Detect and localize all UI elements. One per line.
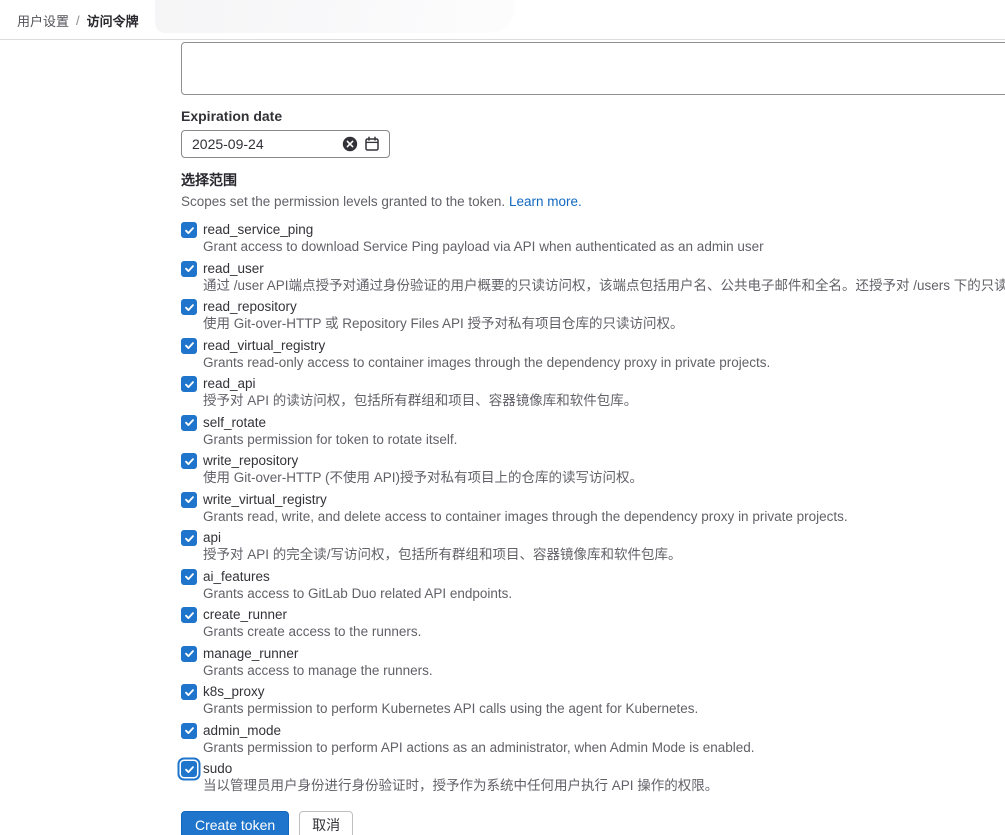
scope-item-create_runner: create_runner Grants create access to th… bbox=[181, 606, 1005, 640]
scope-description: 通过 /user API端点授予对通过身份验证的用户概要的只读访问权，该端点包括… bbox=[203, 278, 1005, 294]
breadcrumb-user-settings-link[interactable]: 用户设置 bbox=[17, 11, 69, 30]
scope-name-label[interactable]: ai_features bbox=[203, 568, 512, 585]
scope-item-k8s_proxy: k8s_proxy Grants permission to perform K… bbox=[181, 683, 1005, 717]
scope-name-label[interactable]: api bbox=[203, 529, 682, 546]
scopes-description-text: Scopes set the permission levels granted… bbox=[181, 194, 509, 209]
breadcrumb-current-access-tokens: 访问令牌 bbox=[87, 11, 139, 30]
scope-description: Grants permission to perform API actions… bbox=[203, 740, 755, 756]
scope-list: read_service_ping Grant access to downlo… bbox=[181, 221, 1005, 794]
scope-text: write_virtual_registry Grants read, writ… bbox=[203, 491, 848, 525]
scope-name-label[interactable]: sudo bbox=[203, 760, 718, 777]
scope-name-label[interactable]: manage_runner bbox=[203, 645, 433, 662]
token-form: Expiration date 2025-09-24 选择范围 Scopes s… bbox=[181, 42, 1005, 835]
scope-checkbox-read_service_ping[interactable] bbox=[181, 222, 197, 238]
scope-item-self_rotate: self_rotate Grants permission for token … bbox=[181, 414, 1005, 448]
scope-checkbox-read_api[interactable] bbox=[181, 376, 197, 392]
scope-checkbox-ai_features[interactable] bbox=[181, 569, 197, 585]
calendar-icon[interactable] bbox=[363, 135, 381, 153]
form-actions: Create token 取消 bbox=[181, 811, 1005, 835]
scope-text: manage_runner Grants access to manage th… bbox=[203, 645, 433, 679]
scope-checkbox-sudo[interactable] bbox=[181, 761, 197, 777]
scope-name-label[interactable]: write_repository bbox=[203, 452, 643, 469]
learn-more-link[interactable]: Learn more. bbox=[509, 194, 582, 209]
scope-checkbox-self_rotate[interactable] bbox=[181, 415, 197, 431]
scope-checkbox-write_virtual_registry[interactable] bbox=[181, 492, 197, 508]
scope-item-sudo: sudo 当以管理员用户身份进行身份验证时，授予作为系统中任何用户执行 API … bbox=[181, 760, 1005, 794]
scope-checkbox-read_user[interactable] bbox=[181, 261, 197, 277]
breadcrumb-separator: / bbox=[76, 13, 80, 28]
expiration-date-value: 2025-09-24 bbox=[192, 136, 341, 152]
scope-name-label[interactable]: read_virtual_registry bbox=[203, 337, 770, 354]
scope-text: api 授予对 API 的完全读/写访问权，包括所有群组和项目、容器镜像库和软件… bbox=[203, 529, 682, 563]
expiration-date-input[interactable]: 2025-09-24 bbox=[181, 130, 390, 158]
scope-checkbox-read_virtual_registry[interactable] bbox=[181, 338, 197, 354]
scope-name-label[interactable]: create_runner bbox=[203, 606, 421, 623]
scope-text: read_user 通过 /user API端点授予对通过身份验证的用户概要的只… bbox=[203, 260, 1005, 294]
scope-item-read_user: read_user 通过 /user API端点授予对通过身份验证的用户概要的只… bbox=[181, 260, 1005, 294]
scope-checkbox-read_repository[interactable] bbox=[181, 299, 197, 315]
scope-name-label[interactable]: write_virtual_registry bbox=[203, 491, 848, 508]
scope-name-label[interactable]: read_user bbox=[203, 260, 1005, 277]
scope-name-label[interactable]: admin_mode bbox=[203, 722, 755, 739]
scope-description: Grant access to download Service Ping pa… bbox=[203, 239, 764, 255]
cancel-button[interactable]: 取消 bbox=[299, 811, 353, 835]
scope-name-label[interactable]: read_repository bbox=[203, 298, 684, 315]
scope-name-label[interactable]: read_api bbox=[203, 375, 637, 392]
scope-text: ai_features Grants access to GitLab Duo … bbox=[203, 568, 512, 602]
scope-description: 使用 Git-over-HTTP 或 Repository Files API … bbox=[203, 316, 684, 332]
scope-description: Grants create access to the runners. bbox=[203, 624, 421, 640]
scope-item-admin_mode: admin_mode Grants permission to perform … bbox=[181, 722, 1005, 756]
scope-name-label[interactable]: k8s_proxy bbox=[203, 683, 698, 700]
scope-description: Grants read-only access to container ima… bbox=[203, 355, 770, 371]
scope-description: Grants permission for token to rotate it… bbox=[203, 432, 457, 448]
expiration-date-label: Expiration date bbox=[181, 108, 1005, 124]
create-token-button[interactable]: Create token bbox=[181, 811, 289, 835]
select-scopes-heading: 选择范围 bbox=[181, 172, 1005, 188]
scope-text: read_service_ping Grant access to downlo… bbox=[203, 221, 764, 255]
scope-item-ai_features: ai_features Grants access to GitLab Duo … bbox=[181, 568, 1005, 602]
breadcrumb: 用户设置 / 访问令牌 bbox=[17, 0, 139, 40]
scope-checkbox-api[interactable] bbox=[181, 530, 197, 546]
scope-item-read_virtual_registry: read_virtual_registry Grants read-only a… bbox=[181, 337, 1005, 371]
scope-checkbox-admin_mode[interactable] bbox=[181, 723, 197, 739]
scope-description: Grants permission to perform Kubernetes … bbox=[203, 701, 698, 717]
scope-text: sudo 当以管理员用户身份进行身份验证时，授予作为系统中任何用户执行 API … bbox=[203, 760, 718, 794]
clear-date-icon[interactable] bbox=[341, 135, 359, 153]
scope-item-read_repository: read_repository 使用 Git-over-HTTP 或 Repos… bbox=[181, 298, 1005, 332]
scope-description: Grants access to GitLab Duo related API … bbox=[203, 586, 512, 602]
scope-item-write_virtual_registry: write_virtual_registry Grants read, writ… bbox=[181, 491, 1005, 525]
scope-description: Grants access to manage the runners. bbox=[203, 663, 433, 679]
scope-checkbox-k8s_proxy[interactable] bbox=[181, 684, 197, 700]
scope-item-write_repository: write_repository 使用 Git-over-HTTP (不使用 A… bbox=[181, 452, 1005, 486]
scope-name-label[interactable]: read_service_ping bbox=[203, 221, 764, 238]
scope-checkbox-write_repository[interactable] bbox=[181, 453, 197, 469]
scope-text: create_runner Grants create access to th… bbox=[203, 606, 421, 640]
scope-item-read_api: read_api 授予对 API 的读访问权，包括所有群组和项目、容器镜像库和软… bbox=[181, 375, 1005, 409]
breadcrumb-bar: 用户设置 / 访问令牌 bbox=[0, 0, 1005, 40]
scope-item-api: api 授予对 API 的完全读/写访问权，包括所有群组和项目、容器镜像库和软件… bbox=[181, 529, 1005, 563]
scope-text: read_virtual_registry Grants read-only a… bbox=[203, 337, 770, 371]
scope-description: 授予对 API 的读访问权，包括所有群组和项目、容器镜像库和软件包库。 bbox=[203, 393, 637, 409]
scope-text: read_api 授予对 API 的读访问权，包括所有群组和项目、容器镜像库和软… bbox=[203, 375, 637, 409]
scope-text: admin_mode Grants permission to perform … bbox=[203, 722, 755, 756]
scope-text: self_rotate Grants permission for token … bbox=[203, 414, 457, 448]
scope-description: 授予对 API 的完全读/写访问权，包括所有群组和项目、容器镜像库和软件包库。 bbox=[203, 547, 682, 563]
access-token-page: 用户设置 / 访问令牌 Expiration date 2025-09-24 bbox=[0, 0, 1005, 835]
scope-name-label[interactable]: self_rotate bbox=[203, 414, 457, 431]
scope-text: write_repository 使用 Git-over-HTTP (不使用 A… bbox=[203, 452, 643, 486]
scope-checkbox-create_runner[interactable] bbox=[181, 607, 197, 623]
scope-item-read_service_ping: read_service_ping Grant access to downlo… bbox=[181, 221, 1005, 255]
ghost-scrolled-content bbox=[155, 0, 515, 33]
scope-text: k8s_proxy Grants permission to perform K… bbox=[203, 683, 698, 717]
scopes-description: Scopes set the permission levels granted… bbox=[181, 194, 1005, 210]
scope-description: 当以管理员用户身份进行身份验证时，授予作为系统中任何用户执行 API 操作的权限… bbox=[203, 778, 718, 794]
token-description-textarea[interactable] bbox=[181, 42, 1005, 95]
scope-description: 使用 Git-over-HTTP (不使用 API)授予对私有项目上的仓库的读写… bbox=[203, 470, 643, 486]
scope-checkbox-manage_runner[interactable] bbox=[181, 646, 197, 662]
scope-text: read_repository 使用 Git-over-HTTP 或 Repos… bbox=[203, 298, 684, 332]
scope-item-manage_runner: manage_runner Grants access to manage th… bbox=[181, 645, 1005, 679]
scope-description: Grants read, write, and delete access to… bbox=[203, 509, 848, 525]
